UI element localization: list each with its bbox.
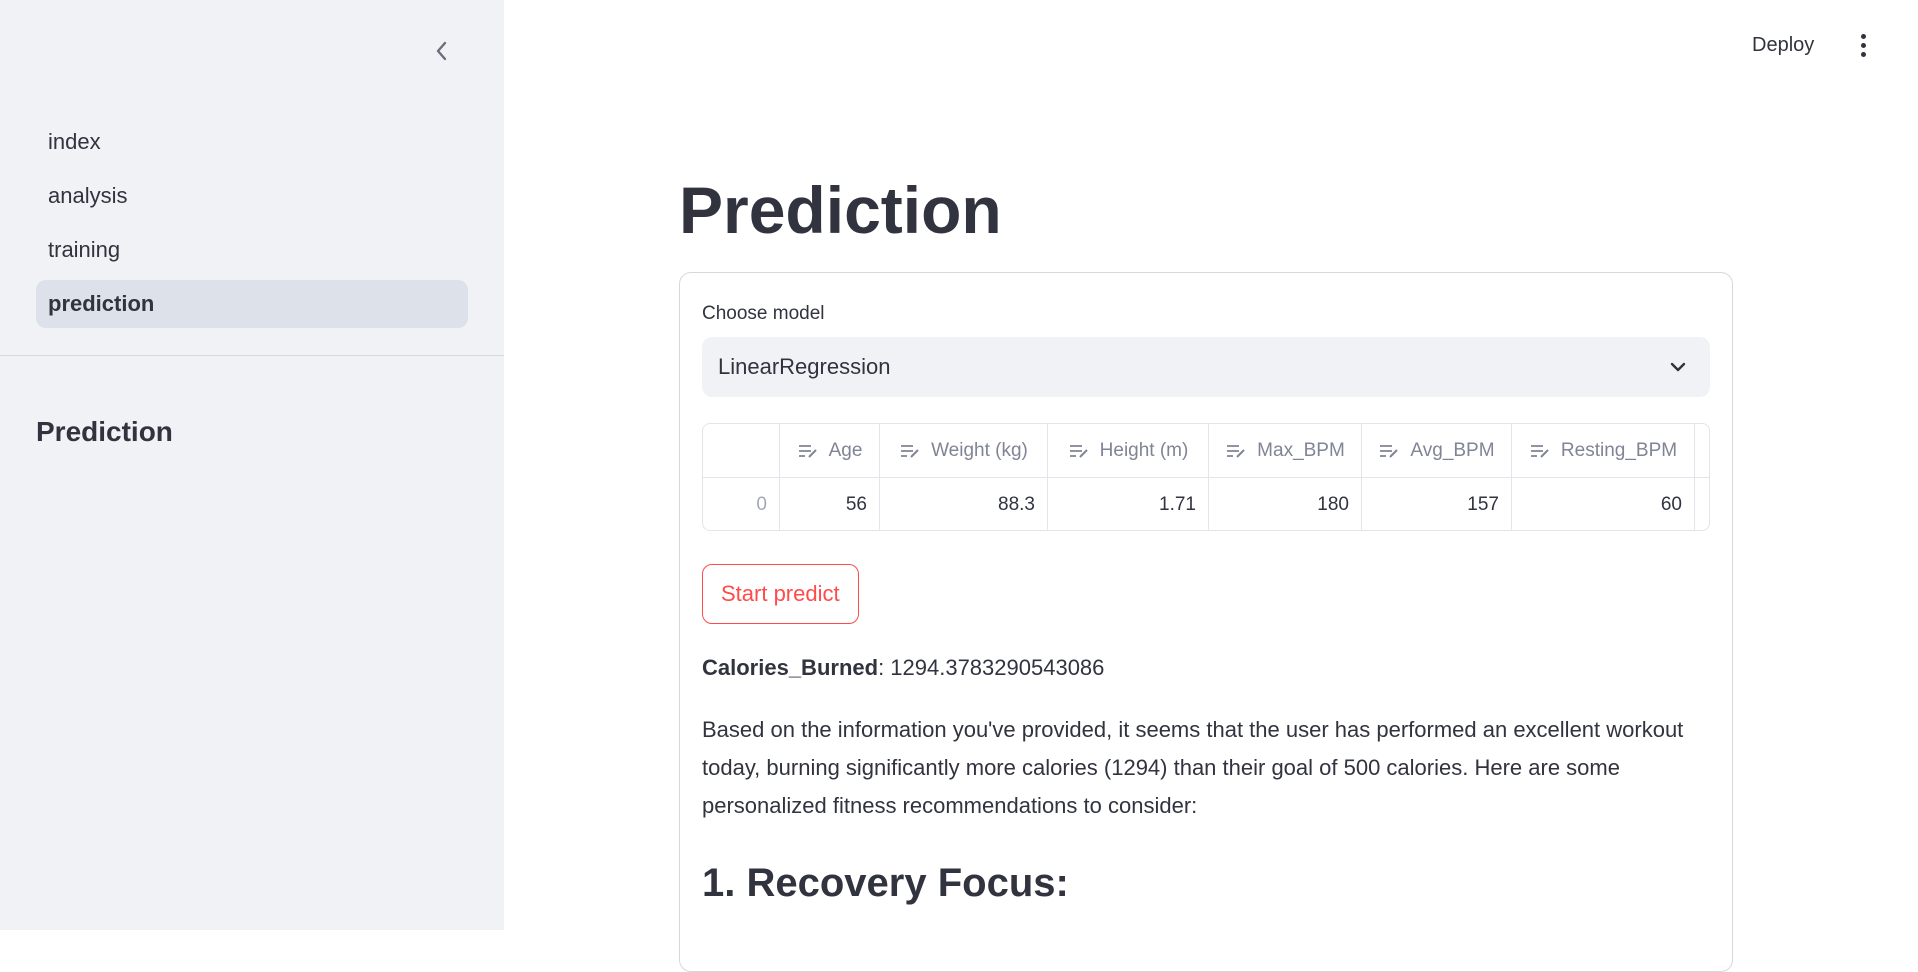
table-cell-truncated[interactable] [1695,478,1709,530]
main-menu-button[interactable] [1856,34,1870,64]
column-header-truncated[interactable] [1695,424,1709,477]
page-title: Prediction [679,173,1002,247]
column-header[interactable]: Avg_BPM [1362,424,1512,477]
sidebar-item-index[interactable]: index [36,118,468,166]
table-cell-height[interactable]: 1.71 [1048,478,1209,530]
input-data-table[interactable]: Age Weight (kg) Height (m) Max_BPM Avg_B… [702,423,1710,531]
edit-column-icon [1068,442,1090,460]
recovery-focus-heading: 1. Recovery Focus: [702,861,1069,905]
table-cell-weight[interactable]: 88.3 [880,478,1048,530]
edit-column-icon [899,442,921,460]
sidebar-item-prediction[interactable]: prediction [36,280,468,328]
chevron-down-icon [1670,362,1686,372]
column-header[interactable]: Max_BPM [1209,424,1362,477]
kebab-menu-icon [1860,43,1866,48]
prediction-card: Choose model LinearRegression Age Weight… [679,272,1733,972]
edit-column-icon [1225,442,1247,460]
deploy-button[interactable]: Deploy [1752,34,1814,57]
sidebar-item-analysis[interactable]: analysis [36,172,468,220]
sidebar-item-training[interactable]: training [36,226,468,274]
table-cell-avg-bpm[interactable]: 157 [1362,478,1512,530]
kebab-menu-icon [1860,34,1866,39]
model-select-value: LinearRegression [718,354,891,379]
collapse-sidebar-button[interactable] [428,36,454,66]
column-header[interactable]: Weight (kg) [880,424,1048,477]
table-cell-max-bpm[interactable]: 180 [1209,478,1362,530]
sidebar: index analysis training prediction Predi… [0,0,504,930]
sidebar-heading: Prediction [36,416,173,447]
sidebar-nav: index analysis training prediction [36,118,468,334]
column-header[interactable]: Height (m) [1048,424,1209,477]
start-predict-button[interactable]: Start predict [702,564,859,624]
sidebar-divider [0,355,504,356]
column-header[interactable]: Age [780,424,880,477]
table-index-header [703,424,780,477]
result-label: Calories_Burned [702,655,879,680]
table-header-row: Age Weight (kg) Height (m) Max_BPM Avg_B… [703,424,1709,478]
model-select[interactable]: LinearRegression [702,337,1710,397]
table-cell-resting-bpm[interactable]: 60 [1512,478,1695,530]
table-row-index: 0 [703,478,780,530]
edit-column-icon [1529,442,1551,460]
table-row: 0 56 88.3 1.71 180 157 60 [703,478,1709,530]
result-value: : 1294.3783290543086 [878,655,1105,680]
edit-column-icon [1707,442,1709,460]
recommendation-paragraph: Based on the information you've provided… [702,717,1684,818]
table-cell-age[interactable]: 56 [780,478,880,530]
edit-column-icon [797,442,819,460]
column-header[interactable]: Resting_BPM [1512,424,1695,477]
prediction-result: Calories_Burned: 1294.3783290543086 [702,655,1104,681]
chevron-left-icon [436,41,447,61]
kebab-menu-icon [1860,52,1866,57]
edit-column-icon [1378,442,1400,460]
model-select-label: Choose model [702,303,825,324]
